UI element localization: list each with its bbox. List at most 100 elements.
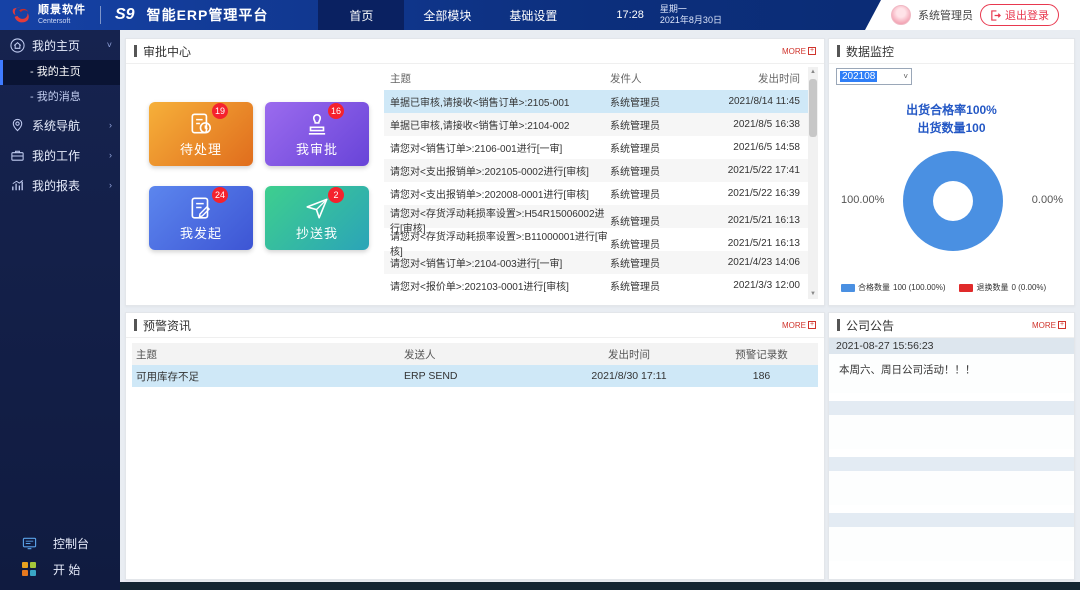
period-select[interactable]: 202108 ˅ [836, 68, 912, 85]
scroll-down-arrow[interactable]: ▼ [808, 291, 818, 297]
announcement-empty-slot [829, 513, 1074, 527]
table-row[interactable]: 请您对<支出报销单>:202008-0001进行[审核] 系统管理员 2021/… [384, 182, 808, 205]
user-avatar[interactable] [891, 5, 911, 25]
more-plus-icon: + [808, 321, 816, 329]
chart-legend: 合格数量 100 (100.00%) 退换数量 0 (0.00%) [841, 282, 1046, 293]
tile-cc-to-me[interactable]: 2 抄送我 [265, 186, 369, 250]
top-bar: 顺景软件 Centersoft S9 智能ERP管理平台 首页 全部模块 基础设… [0, 0, 1080, 30]
tab-base-settings[interactable]: 基础设置 [490, 0, 576, 30]
approvals-count-badge: 16 [328, 103, 344, 119]
sidebar-item-my-reports[interactable]: 我的报表 › [0, 170, 120, 200]
tile-label: 我审批 [296, 139, 338, 158]
sidebar-item-label: 我的工作 [32, 147, 80, 164]
announcement-empty-slot [829, 401, 1074, 415]
sidebar-item-label: 我的报表 [32, 177, 80, 194]
sidebar-item-label: 我的主页 [32, 37, 80, 54]
tab-all-modules[interactable]: 全部模块 [404, 0, 490, 30]
table-row[interactable]: 请您对<支出报销单>:202105-0002进行[审核] 系统管理员 2021/… [384, 159, 808, 182]
tile-pending[interactable]: 19 待处理 [149, 102, 253, 166]
pending-count-badge: 19 [212, 103, 228, 119]
table-row[interactable]: 请您对<存货浮动耗损率设置>:B11000001进行[审核] 系统管理员 202… [384, 228, 808, 251]
alerts-table: 主题 发送人 发出时间 预警记录数 可用库存不足 ERP SEND 2021/8… [132, 343, 818, 387]
sidebar-item-my-home[interactable]: 我的主页 ˅ [0, 30, 120, 60]
panel-title: 审批中心 [143, 43, 191, 60]
chevron-right-icon: › [109, 150, 112, 160]
period-select-value: 202108 [840, 71, 877, 82]
sidebar-item-my-work[interactable]: 我的工作 › [0, 140, 120, 170]
sidebar-item-system-nav[interactable]: 系统导航 › [0, 110, 120, 140]
tile-label: 待处理 [180, 139, 222, 158]
table-row[interactable]: 请您对<销售订单>:2106-001进行[一审] 系统管理员 2021/6/5 … [384, 136, 808, 159]
user-name: 系统管理员 [918, 7, 973, 23]
title-bar-accent [837, 45, 840, 57]
chevron-down-icon: ˅ [107, 40, 112, 50]
brand-subtitle: Centersoft [38, 18, 86, 25]
table-row[interactable]: 请您对<报价单>:202103-0001进行[审核] 系统管理员 2021/3/… [384, 274, 808, 297]
table-row[interactable]: 可用库存不足 ERP SEND 2021/8/30 17:11 186 [132, 365, 818, 387]
announcement-empty-slot [829, 457, 1074, 471]
alerts-panel: 预警资讯 MORE + 主题 发送人 发出时间 预警记录数 可用库存不足 ERP… [125, 312, 825, 580]
tile-label: 我发起 [180, 223, 222, 242]
table-row[interactable]: 请您对<存货浮动耗损率设置>:H54R15006002进行[审核] 系统管理员 … [384, 205, 808, 228]
logout-button[interactable]: 退出登录 [980, 4, 1059, 26]
title-bar-accent [837, 319, 840, 331]
announcement-text[interactable]: 本周六、周日公司活动！！！ [829, 354, 1074, 393]
console-button[interactable]: 控制台 [0, 530, 120, 556]
start-label: 开 始 [53, 561, 80, 578]
start-grid-icon [22, 562, 37, 577]
chevron-right-icon: › [109, 120, 112, 130]
title-bar-accent [134, 45, 137, 57]
divider [100, 6, 101, 24]
chevron-right-icon: › [109, 180, 112, 190]
top-bar-user-area: 系统管理员 退出登录 [865, 0, 1080, 30]
brand-name: 顺景软件 [38, 5, 86, 16]
scrollbar-thumb[interactable] [809, 79, 817, 137]
sidebar-subitem-my-home[interactable]: - 我的主页 [0, 60, 120, 85]
donut-label-right: 0.00% [1032, 194, 1063, 206]
legend-swatch-red [959, 284, 973, 292]
product-logo: S9 [115, 6, 135, 24]
sidebar-item-label: 系统导航 [32, 117, 80, 134]
clock: 17:28 [616, 9, 644, 21]
date-box: 星期一 2021年8月30日 [660, 4, 722, 26]
tab-home[interactable]: 首页 [318, 0, 404, 30]
start-button[interactable]: 开 始 [0, 556, 120, 582]
panel-title: 预警资讯 [143, 317, 191, 334]
approval-table: 主题 发件人 发出时间 单据已审核,请接收<销售订单>:2105-001 系统管… [384, 67, 808, 297]
alerts-more-link[interactable]: MORE + [782, 321, 816, 330]
approval-more-link[interactable]: MORE + [782, 47, 816, 56]
tile-initiated-by-me[interactable]: 24 我发起 [149, 186, 253, 250]
table-row[interactable]: 单据已审核,请接收<销售订单>:2104-002 系统管理员 2021/8/5 … [384, 113, 808, 136]
donut-label-left: 100.00% [841, 194, 884, 206]
main-nav: 首页 全部模块 基础设置 [318, 0, 576, 30]
scroll-up-arrow[interactable]: ▲ [808, 69, 818, 75]
legend-qualified: 合格数量 100 (100.00%) [841, 282, 945, 293]
tile-my-approvals[interactable]: 16 我审批 [265, 102, 369, 166]
chevron-down-icon: ˅ [903, 72, 908, 81]
table-scrollbar[interactable]: ▲ ▼ [808, 67, 818, 299]
donut-chart [903, 151, 1003, 251]
announce-more-link[interactable]: MORE + [1032, 321, 1066, 330]
app-title: 智能ERP管理平台 [147, 5, 269, 25]
sidebar-subitem-my-messages[interactable]: - 我的消息 [0, 85, 120, 110]
table-row[interactable]: 单据已审核,请接收<销售订单>:2105-001 系统管理员 2021/8/14… [384, 90, 808, 113]
swirl-logo-icon [10, 4, 32, 26]
stamp-icon [304, 111, 330, 137]
approval-table-header: 主题 发件人 发出时间 [384, 67, 808, 90]
brand-logo: 顺景软件 Centersoft S9 智能ERP管理平台 [0, 4, 276, 26]
initiated-count-badge: 24 [212, 187, 228, 203]
table-row[interactable]: 请您对<销售订单>:2104-003进行[一审] 系统管理员 2021/4/23… [384, 251, 808, 274]
more-plus-icon: + [808, 47, 816, 55]
console-monitor-icon [22, 536, 37, 551]
weekday: 星期一 [660, 4, 722, 15]
home-icon [10, 38, 25, 53]
data-monitor-panel: 数据监控 202108 ˅ 出货合格率100% 出货数量100 100.00% … [828, 38, 1075, 306]
legend-swatch-blue [841, 284, 855, 292]
more-plus-icon: + [1058, 321, 1066, 329]
pass-rate-text: 出货合格率100% [829, 101, 1074, 119]
date: 2021年8月30日 [660, 15, 722, 26]
approval-center-panel: 审批中心 MORE + 19 待处理 [125, 38, 825, 306]
briefcase-icon [10, 148, 25, 163]
alerts-table-header: 主题 发送人 发出时间 预警记录数 [132, 343, 818, 365]
document-clock-icon [188, 111, 214, 137]
